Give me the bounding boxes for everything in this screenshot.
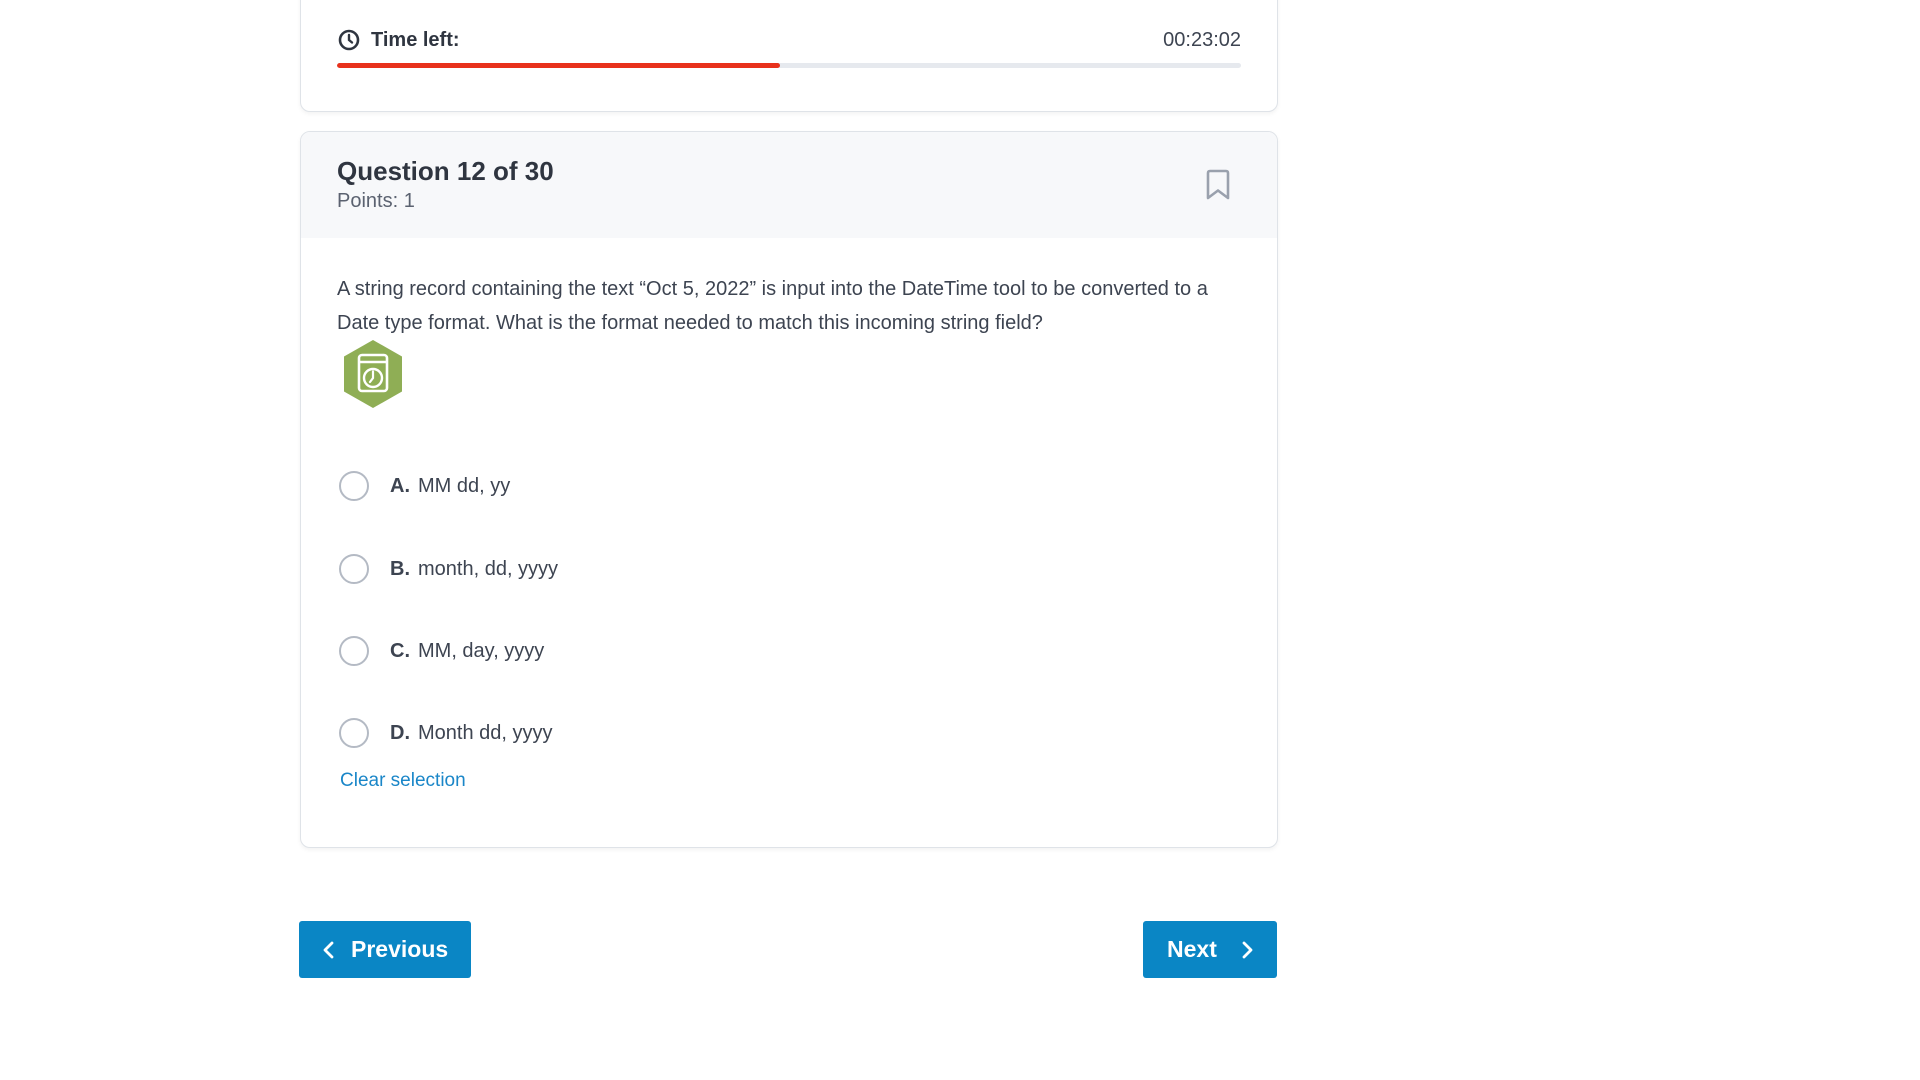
next-button[interactable]: Next xyxy=(1143,921,1277,978)
timer-row: Time left: 00:23:02 xyxy=(337,27,1241,53)
chevron-right-icon xyxy=(1239,939,1255,961)
option-text: month, dd, yyyy xyxy=(418,557,559,580)
chevron-left-icon xyxy=(321,939,337,961)
question-header: Question 12 of 30 Points: 1 xyxy=(301,132,1277,238)
question-points: Points: 1 xyxy=(337,190,415,212)
option-text: MM, day, yyyy xyxy=(418,639,545,662)
option-b[interactable]: B. month, dd, yyyy xyxy=(339,552,558,586)
option-d[interactable]: D. Month dd, yyyy xyxy=(339,716,553,750)
option-c[interactable]: C. MM, day, yyyy xyxy=(339,634,544,668)
timer-label: Time left: xyxy=(371,28,460,51)
question-text: A string record containing the text “Oct… xyxy=(337,278,1208,334)
question-title: Question 12 of 30 xyxy=(337,156,554,186)
timer-value: 00:23:02 xyxy=(1163,28,1241,51)
radio-button[interactable] xyxy=(339,471,369,501)
next-label: Next xyxy=(1167,936,1217,962)
previous-button[interactable]: Previous xyxy=(299,921,471,978)
radio-button[interactable] xyxy=(339,718,369,748)
datetime-tool-icon xyxy=(337,338,409,410)
clock-icon xyxy=(337,28,361,52)
timer-card: Time left: 00:23:02 xyxy=(300,0,1278,112)
option-letter: B. xyxy=(390,557,410,580)
option-letter: D. xyxy=(390,721,410,744)
time-progress-fill xyxy=(337,63,780,68)
bookmark-icon[interactable] xyxy=(1203,168,1233,202)
radio-button[interactable] xyxy=(339,554,369,584)
timer-label-group: Time left: xyxy=(337,28,460,52)
previous-label: Previous xyxy=(351,936,449,962)
option-letter: A. xyxy=(390,474,410,497)
radio-button[interactable] xyxy=(339,636,369,666)
clear-selection-link[interactable]: Clear selection xyxy=(340,770,466,792)
option-a[interactable]: A. MM dd, yy xyxy=(339,469,510,503)
option-text: MM dd, yy xyxy=(418,474,511,497)
option-text: Month dd, yyyy xyxy=(418,721,553,744)
option-letter: C. xyxy=(390,639,410,662)
question-card: Question 12 of 30 Points: 1 A string rec… xyxy=(300,131,1278,848)
time-progress-bar xyxy=(337,63,1241,68)
